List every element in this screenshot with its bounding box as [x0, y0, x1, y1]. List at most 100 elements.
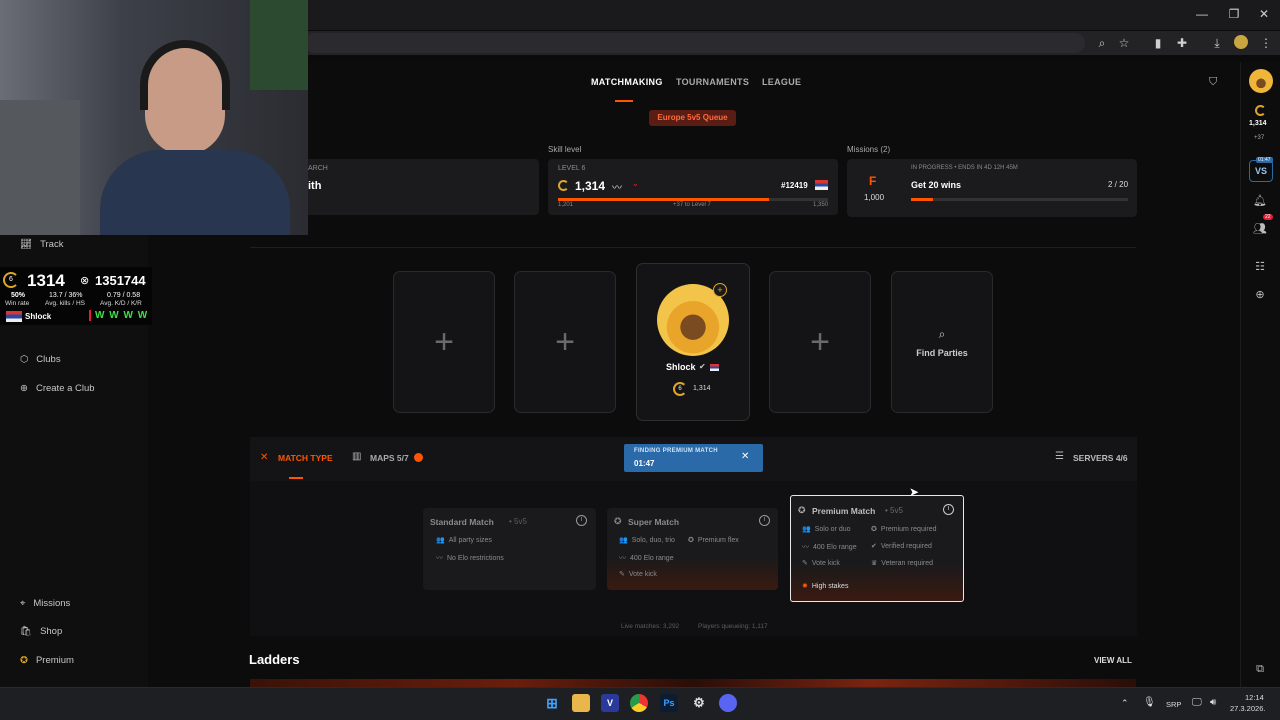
microphone-icon[interactable]: 🎙︎	[1143, 697, 1156, 708]
network-icon[interactable]: 🖵︎	[1192, 697, 1202, 708]
zoom-icon[interactable]: ⌕	[1094, 36, 1110, 51]
close-window-icon[interactable]: ✕	[1254, 7, 1274, 21]
sidebar-elo-delta: +37	[1254, 135, 1265, 141]
skill-elo: 1,314	[575, 179, 606, 193]
finding-timer: 01:47	[634, 459, 655, 468]
finding-label: FINDING PREMIUM MATCH	[634, 448, 718, 454]
add-circle-icon: ⊕	[20, 383, 28, 394]
match-feature: Veteran required	[881, 559, 934, 567]
clock-time[interactable]: 12:14	[1245, 693, 1264, 702]
mission-progress-fill	[911, 198, 933, 201]
match-feature: No Elo restrictions	[447, 554, 504, 562]
queue-timer-badge: 01:47	[1256, 157, 1273, 163]
menu-icon[interactable]: ⋮	[1258, 36, 1274, 50]
premium-icon: ✪	[871, 526, 877, 533]
sidebar-item-clubs[interactable]: ⬡ Clubs	[20, 354, 61, 365]
tab-match-type[interactable]: MATCH TYPE	[278, 453, 333, 463]
sidebar-elo: 1,314	[1249, 120, 1267, 127]
photoshop-icon[interactable]: Ps	[660, 694, 678, 712]
chrome-icon[interactable]	[630, 694, 648, 712]
volume-icon[interactable]: 🔊︎	[1210, 697, 1216, 708]
divider	[250, 247, 1136, 248]
crown-icon: ♛	[871, 560, 878, 567]
vs-queue-icon[interactable]: VS	[1249, 160, 1273, 182]
vote-icon: ✎	[802, 560, 808, 567]
tab-maps[interactable]: MAPS 5/7	[370, 453, 409, 463]
sidebar-item-label: Missions	[33, 598, 71, 609]
overlay-kills-label: Avg. kills / HS	[45, 300, 85, 307]
win-streak: W W W W	[89, 310, 148, 321]
shield-icon[interactable]: ⛉	[1209, 76, 1217, 89]
add-circle-icon[interactable]: ⊕	[1252, 288, 1268, 304]
match-feature: Premium flex	[697, 536, 739, 544]
app-v-icon[interactable]: V	[601, 694, 619, 712]
clock-date[interactable]: 27.3.2026.	[1230, 704, 1265, 713]
bookmark-star-icon[interactable]: ☆	[1116, 36, 1132, 50]
match-feature: Premium required	[880, 525, 937, 533]
verified-icon: ✔	[871, 543, 877, 550]
tray-chevron-icon[interactable]: ⌃	[1121, 698, 1129, 709]
restore-icon[interactable]: ❐	[1224, 7, 1244, 21]
tab-servers[interactable]: SERVERS 4/6	[1073, 453, 1128, 463]
tab-matchmaking[interactable]: MATCHMAKING	[591, 77, 663, 87]
tab-tournaments[interactable]: TOURNAMENTS	[676, 77, 749, 87]
party-slot-add[interactable]: +	[393, 271, 495, 413]
tab-league[interactable]: LEAGUE	[762, 77, 801, 87]
file-explorer-icon[interactable]	[572, 694, 590, 712]
info-icon[interactable]: i	[576, 515, 587, 526]
high-stakes-tag: High stakes	[811, 582, 849, 590]
party-slot-add[interactable]: +	[769, 271, 871, 413]
overlay-name: Shlock	[25, 312, 52, 321]
sidebar-item-track[interactable]: 📈︎ Track	[20, 239, 63, 250]
maps-alert-dot	[414, 453, 423, 462]
find-parties-button[interactable]: ⌕ Find Parties	[891, 271, 993, 413]
info-icon[interactable]: i	[759, 515, 770, 526]
serbia-flag-icon	[815, 180, 828, 190]
match-feature: All party sizes	[448, 536, 492, 544]
match-type-icon: ✕	[260, 452, 269, 463]
party-list-icon[interactable]: ☷	[1252, 260, 1268, 276]
user-avatar[interactable]	[1249, 69, 1273, 93]
steam-icon[interactable]: ⚙	[690, 694, 708, 712]
minimize-icon[interactable]: —	[1192, 7, 1212, 21]
elo-icon: 〰	[436, 555, 443, 562]
sidebar-item-create-club[interactable]: ⊕ Create a Club	[20, 383, 95, 394]
live-matches: Live matches: 3,292	[621, 623, 680, 630]
language-indicator[interactable]: SRP	[1166, 700, 1181, 709]
trend-icon: 〰	[612, 183, 622, 194]
friends-count-badge: 22	[1263, 214, 1273, 220]
party-slot-add[interactable]: +	[514, 271, 616, 413]
game-icon[interactable]: ⧉	[1252, 663, 1268, 679]
queue-badge[interactable]: Europe 5v5 Queue	[649, 110, 736, 126]
sidebar-item-shop[interactable]: 🛍︎ Shop	[20, 626, 62, 637]
view-all-link[interactable]: VIEW ALL	[1094, 656, 1132, 665]
search-card[interactable]	[300, 159, 539, 215]
overlay-points: 1351744	[95, 273, 146, 288]
sidebar-item-label: Premium	[35, 655, 74, 666]
puzzle-icon[interactable]: ✚	[1174, 36, 1190, 50]
match-feature: Vote kick	[811, 559, 840, 567]
cancel-search-icon[interactable]: ✕	[741, 451, 749, 462]
elo-icon: 〰	[802, 544, 809, 551]
info-icon[interactable]: i	[943, 504, 954, 515]
start-icon[interactable]: ⊞	[543, 694, 561, 712]
skill-title: Skill level	[548, 145, 582, 154]
skill-min: 1,201	[558, 202, 574, 208]
premium-icon: ✪	[20, 655, 28, 666]
match-feature: Solo or duo	[814, 525, 851, 533]
download-icon[interactable]: ⤓	[1209, 36, 1225, 51]
bell-icon[interactable]: 🔔︎	[1252, 194, 1268, 210]
servers-icon: ☰	[1055, 451, 1064, 462]
sidebar-item-premium[interactable]: ✪ Premium	[20, 655, 74, 666]
active-tab-indicator	[289, 477, 303, 479]
profile-avatar[interactable]	[1234, 35, 1248, 49]
friends-icon[interactable]: 👥︎	[1252, 222, 1268, 238]
discord-icon[interactable]	[719, 694, 737, 712]
skill-level-label: LEVEL 6	[558, 165, 586, 172]
premium-match-icon: ✪	[798, 505, 806, 515]
extension-icon[interactable]: ▮	[1150, 36, 1166, 50]
address-bar[interactable]	[305, 33, 1085, 53]
sidebar-item-missions[interactable]: ⌖ Missions	[20, 598, 70, 609]
overlay-kills: 13.7 / 36%	[49, 292, 83, 299]
chart-icon: 📈︎	[20, 239, 33, 250]
